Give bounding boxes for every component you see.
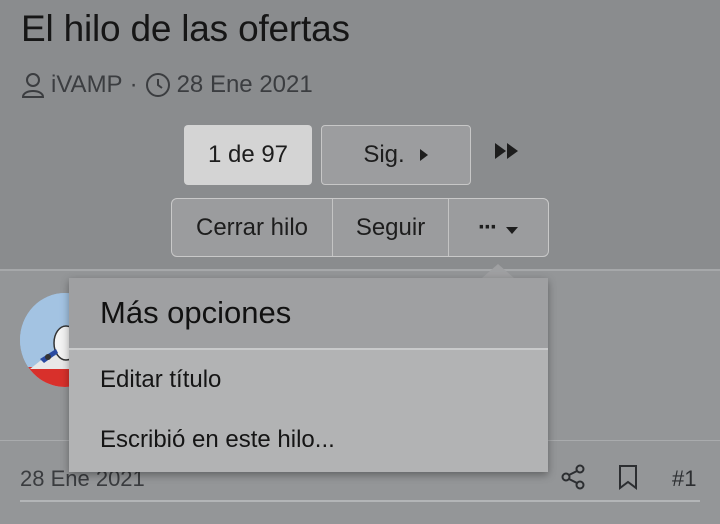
meta-separator: ·: [129, 71, 138, 98]
share-icon[interactable]: [560, 464, 586, 495]
last-page-button[interactable]: [490, 138, 524, 168]
divider: [0, 269, 720, 271]
post-number-link[interactable]: #1: [672, 466, 696, 492]
page-indicator-label: 1 de 97: [207, 141, 289, 168]
menu-item-label: Escribió en este hilo...: [100, 426, 335, 453]
more-options-label: ···: [478, 213, 498, 241]
close-thread-button[interactable]: Cerrar hilo: [172, 199, 333, 256]
menu-item-edit-title[interactable]: Editar título: [69, 350, 548, 410]
user-icon: [21, 72, 45, 98]
close-thread-label: Cerrar hilo: [195, 213, 309, 241]
follow-button[interactable]: Seguir: [333, 199, 449, 256]
page-indicator[interactable]: 1 de 97: [184, 125, 312, 185]
next-page-label: Sig.: [363, 141, 405, 168]
double-chevron-right-icon: [493, 139, 521, 167]
follow-label: Seguir: [355, 213, 426, 241]
menu-item-label: Editar título: [100, 366, 222, 393]
clock-icon: [145, 72, 171, 98]
next-page-button[interactable]: Sig.: [321, 125, 471, 185]
menu-item-posted-in-thread[interactable]: Escribió en este hilo...: [69, 410, 548, 470]
caret-right-icon: [405, 141, 429, 169]
post-bottom-rule: [20, 500, 700, 502]
caret-down-icon: [505, 214, 519, 242]
more-options-menu: Más opciones Editar título Escribió en e…: [69, 278, 548, 472]
menu-pointer: [482, 264, 514, 278]
bookmark-icon[interactable]: [617, 464, 639, 495]
menu-header: Más opciones: [69, 278, 548, 350]
thread-title: El hilo de las ofertas: [21, 8, 350, 49]
more-options-button[interactable]: ···: [449, 199, 548, 256]
thread-meta: iVAMP · 28 Ene 2021: [21, 70, 313, 100]
thread-actions: Cerrar hilo Seguir ···: [171, 198, 549, 257]
thread-author-link[interactable]: iVAMP: [51, 71, 123, 99]
thread-date-link[interactable]: 28 Ene 2021: [177, 71, 313, 99]
